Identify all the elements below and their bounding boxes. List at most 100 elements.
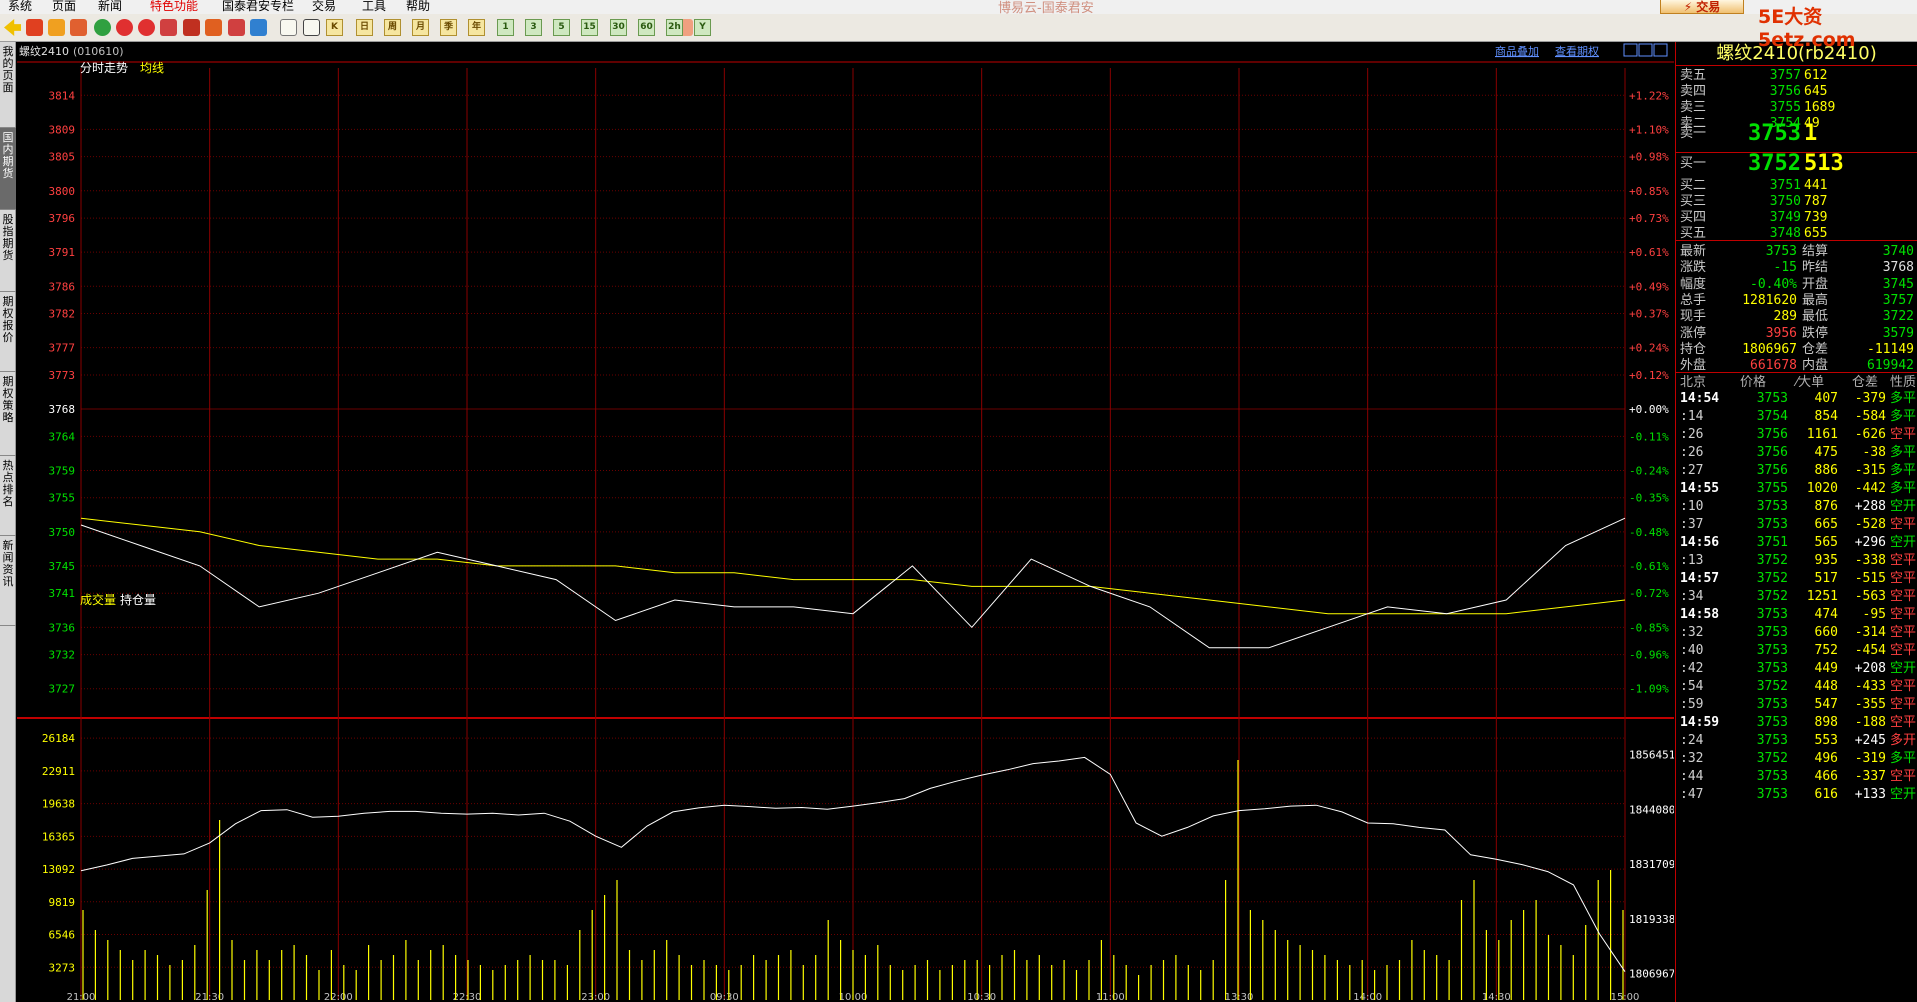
menu-item-2[interactable]: 新闻 <box>98 0 122 14</box>
oi-tick-label: 1806967 <box>1629 968 1674 981</box>
pct-tick-label: +1.22% <box>1629 89 1669 102</box>
price-tick-label: 3736 <box>49 621 76 634</box>
book-icon[interactable] <box>70 19 87 36</box>
time-tick-label: 11:00 <box>1096 992 1125 1002</box>
price-tick-label: 3750 <box>49 526 76 539</box>
left-tab-1[interactable]: 国内期货 <box>0 128 16 210</box>
quote-panel: 螺纹2410(rb2410) 卖五 3757 612 卖四 3756 645 卖三 3755 1… <box>1675 42 1917 1002</box>
price-tick-label: 3791 <box>49 246 76 259</box>
refresh-icon[interactable] <box>94 19 111 36</box>
price-tick-label: 3732 <box>49 649 76 662</box>
left-tab-6[interactable]: 新闻资讯 <box>0 536 16 626</box>
period-button-3[interactable]: 季 <box>440 19 457 36</box>
intraday-chart-icon[interactable] <box>303 19 320 36</box>
left-tab-0[interactable]: 我的页面 <box>0 42 16 128</box>
time-tick-label: 22:00 <box>324 992 353 1002</box>
tick-volume: 616 <box>1814 787 1838 802</box>
home-icon[interactable] <box>26 19 43 36</box>
left-vertical-tabs: 我的页面 国内期货 股指期货 期权报价 期权策略 热点排名 新闻资讯 <box>0 42 16 1002</box>
volume-tick-label: 9819 <box>49 896 76 909</box>
left-tab-2[interactable]: 股指期货 <box>0 210 16 292</box>
period-button-5[interactable]: 1 <box>497 19 514 36</box>
pct-tick-label: -1.09% <box>1629 683 1669 696</box>
menu-item-5[interactable]: 交易 <box>312 0 336 14</box>
ask-row[interactable]: 卖一 3753 1 <box>1676 123 1917 150</box>
paint-icon[interactable] <box>205 19 222 36</box>
bid-volume: 513 <box>1804 151 1844 176</box>
price-tick-label: 3745 <box>49 560 76 573</box>
oi-tick-label: 1844080 <box>1629 803 1674 816</box>
pencil-icon[interactable] <box>183 19 200 36</box>
bid-row[interactable]: 买五 3748 655 <box>1676 224 1917 244</box>
pct-tick-label: +0.61% <box>1629 246 1669 259</box>
tick-row: :47 3753 616 +133 空开 <box>1676 784 1917 806</box>
pct-tick-label: +0.00% <box>1629 403 1669 416</box>
price-panel-title: 分时走势 <box>80 61 128 75</box>
pct-tick-label: -0.48% <box>1629 526 1669 539</box>
price-tick-label: 3759 <box>49 464 76 477</box>
overlay-link[interactable]: 商品叠加 <box>1495 44 1539 58</box>
period-button-10[interactable]: 60 <box>638 19 655 36</box>
time-tick-label: 15:00 <box>1611 992 1640 1002</box>
left-tab-3[interactable]: 期权报价 <box>0 292 16 372</box>
period-button-7[interactable]: 5 <box>553 19 570 36</box>
time-tick-label: 14:00 <box>1353 992 1382 1002</box>
trade-button[interactable]: ⚡ 交易 <box>1660 0 1744 14</box>
price-tick-label: 3764 <box>49 430 76 443</box>
time-tick-label: 09:30 <box>710 992 739 1002</box>
options-link[interactable]: 查看期权 <box>1555 44 1599 58</box>
volume-tick-label: 26184 <box>42 732 75 745</box>
chart-code: (010610) <box>73 45 124 58</box>
period-button-11[interactable]: 2h <box>666 19 683 36</box>
pct-tick-label: -0.85% <box>1629 621 1669 634</box>
tick-oi-change: +133 <box>1854 787 1886 802</box>
back-arrow-icon[interactable] <box>4 19 21 36</box>
app-title: 博易云-国泰君安 <box>998 1 1094 14</box>
price-tick-label: 3773 <box>49 369 76 382</box>
notebook-icon[interactable] <box>48 19 65 36</box>
pct-tick-label: -0.61% <box>1629 560 1669 573</box>
tick-nature: 空开 <box>1890 787 1917 802</box>
time-tick-label: 13:30 <box>1225 992 1254 1002</box>
period-button-8[interactable]: 15 <box>581 19 598 36</box>
bid-label: 买一 <box>1680 156 1707 171</box>
chart-symbol: 螺纹2410 <box>19 44 69 58</box>
menu-item-1[interactable]: 页面 <box>52 0 76 14</box>
tick-price: 3753 <box>1756 787 1788 802</box>
menu-item-4[interactable]: 国泰君安专栏 <box>222 0 294 14</box>
pct-tick-label: +0.37% <box>1629 308 1669 321</box>
pct-tick-label: -0.72% <box>1629 587 1669 600</box>
table-view-icon[interactable] <box>280 19 297 36</box>
filter-icon[interactable] <box>228 19 245 36</box>
settings-icon[interactable] <box>250 19 267 36</box>
menu-item-3[interactable]: 特色功能 <box>150 0 198 14</box>
chart-background <box>17 42 1674 1002</box>
menu-item-0[interactable]: 系统 <box>8 0 32 14</box>
period-button-12[interactable]: Y <box>694 19 711 36</box>
watermark: 5E大资5etz.com <box>1758 6 1856 51</box>
left-tab-5[interactable]: 热点排名 <box>0 456 16 536</box>
period-button-9[interactable]: 30 <box>610 19 627 36</box>
zoom-out-icon[interactable] <box>138 19 155 36</box>
bid-label: 买五 <box>1680 226 1707 241</box>
price-tick-label: 3796 <box>49 212 76 225</box>
book-separator <box>1676 240 1917 241</box>
pct-tick-label: +0.98% <box>1629 151 1669 164</box>
pct-tick-label: -0.24% <box>1629 464 1669 477</box>
intraday-chart: 螺纹2410 (010610) 商品叠加 查看期权 分时走势 均线 成交量 持仓… <box>17 42 1674 1002</box>
period-button-1[interactable]: 周 <box>384 19 401 36</box>
period-button-6[interactable]: 3 <box>525 19 542 36</box>
kline-icon[interactable]: K <box>326 19 343 36</box>
window-icon[interactable] <box>160 19 177 36</box>
period-button-2[interactable]: 月 <box>412 19 429 36</box>
period-button-4[interactable]: 年 <box>468 19 485 36</box>
period-button-0[interactable]: 日 <box>356 19 373 36</box>
zoom-in-icon[interactable] <box>116 19 133 36</box>
left-tab-4[interactable]: 期权策略 <box>0 372 16 456</box>
price-tick-label: 3805 <box>49 151 76 164</box>
menu-item-7[interactable]: 帮助 <box>406 0 430 14</box>
pct-tick-label: +0.73% <box>1629 212 1669 225</box>
volume-tick-label: 22911 <box>42 765 75 778</box>
menu-item-6[interactable]: 工具 <box>362 0 386 14</box>
price-tick-label: 3809 <box>49 123 76 136</box>
